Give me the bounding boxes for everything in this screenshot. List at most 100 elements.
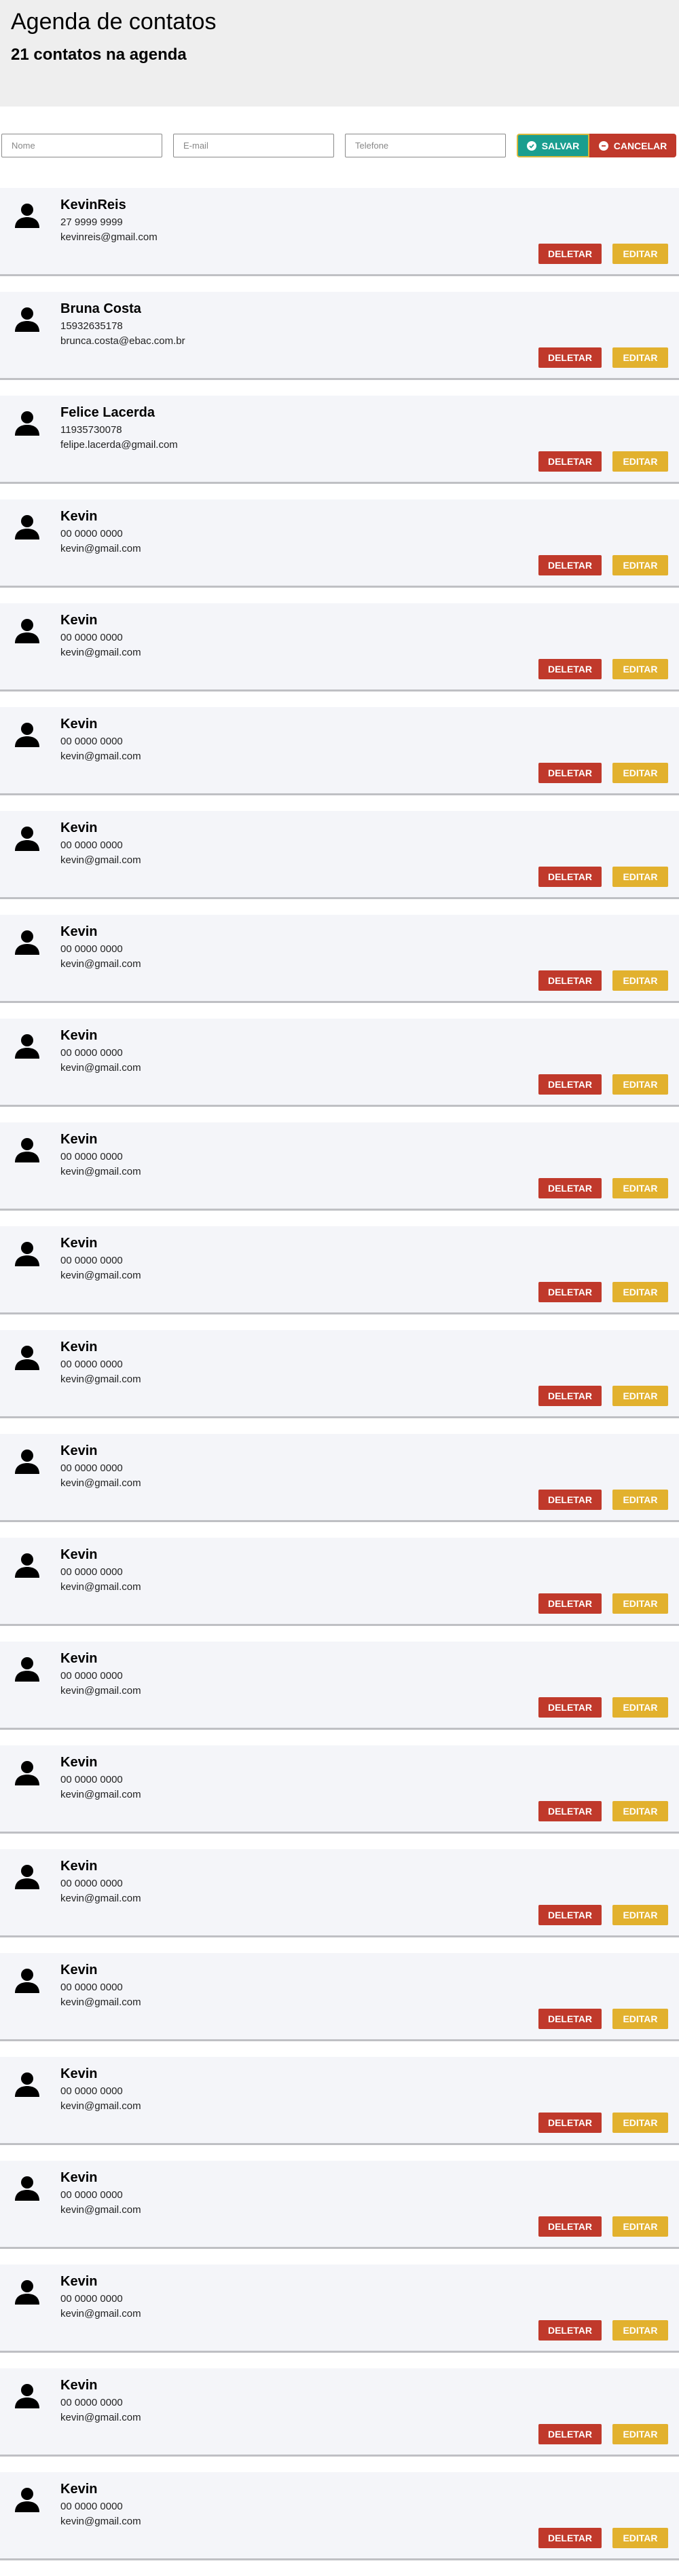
delete-button[interactable]: DELETAR <box>538 2216 602 2237</box>
edit-button[interactable]: EDITAR <box>612 659 668 679</box>
contact-card: Kevin 00 0000 0000 kevin@gmail.com DELET… <box>0 499 679 588</box>
save-button[interactable]: SALVAR <box>517 134 589 157</box>
person-icon <box>15 515 39 539</box>
edit-button[interactable]: EDITAR <box>612 867 668 887</box>
edit-button[interactable]: EDITAR <box>612 2216 668 2237</box>
contact-email: kevin@gmail.com <box>60 1789 141 1800</box>
contact-email: kevin@gmail.com <box>60 751 141 762</box>
edit-button[interactable]: EDITAR <box>612 1178 668 1198</box>
delete-button[interactable]: DELETAR <box>538 1801 602 1821</box>
edit-button[interactable]: EDITAR <box>612 1697 668 1718</box>
contact-card: Kevin 00 0000 0000 kevin@gmail.com DELET… <box>0 1122 679 1211</box>
delete-button[interactable]: DELETAR <box>538 659 602 679</box>
edit-button[interactable]: EDITAR <box>612 1386 668 1406</box>
edit-button[interactable]: EDITAR <box>612 2424 668 2444</box>
delete-button[interactable]: DELETAR <box>538 1697 602 1718</box>
contact-phone: 00 0000 0000 <box>60 1774 123 1785</box>
contact-phone: 00 0000 0000 <box>60 1982 123 1993</box>
contact-name: Kevin <box>60 1963 98 1977</box>
person-icon <box>15 2384 39 2408</box>
phone-input[interactable] <box>345 134 506 157</box>
delete-button[interactable]: DELETAR <box>538 763 602 783</box>
delete-button[interactable]: DELETAR <box>538 867 602 887</box>
contact-phone: 00 0000 0000 <box>60 2501 123 2512</box>
edit-button[interactable]: EDITAR <box>612 2320 668 2341</box>
edit-button[interactable]: EDITAR <box>612 1905 668 1925</box>
contact-card: Kevin 00 0000 0000 kevin@gmail.com DELET… <box>0 1330 679 1418</box>
contact-card: KevinReis 27 9999 9999 kevinreis@gmail.c… <box>0 188 679 276</box>
contact-phone: 11935730078 <box>60 424 122 436</box>
delete-button[interactable]: DELETAR <box>538 555 602 575</box>
delete-button[interactable]: DELETAR <box>538 2113 602 2133</box>
contact-card: Kevin 00 0000 0000 kevin@gmail.com DELET… <box>0 2368 679 2457</box>
cancel-button[interactable]: CANCELAR <box>589 134 676 157</box>
edit-button[interactable]: EDITAR <box>612 451 668 472</box>
email-input[interactable] <box>173 134 334 157</box>
contact-name: Kevin <box>60 1236 98 1251</box>
contact-email: kevin@gmail.com <box>60 1685 141 1697</box>
person-icon <box>15 1553 39 1578</box>
check-circle-icon <box>526 140 536 151</box>
delete-button[interactable]: DELETAR <box>538 2424 602 2444</box>
edit-button[interactable]: EDITAR <box>612 763 668 783</box>
edit-button[interactable]: EDITAR <box>612 1801 668 1821</box>
delete-button[interactable]: DELETAR <box>538 1905 602 1925</box>
contact-card: Kevin 00 0000 0000 kevin@gmail.com DELET… <box>0 1019 679 1107</box>
edit-button[interactable]: EDITAR <box>612 2528 668 2548</box>
person-icon <box>15 1865 39 1889</box>
contact-name: Kevin <box>60 717 98 732</box>
person-icon <box>15 619 39 643</box>
contact-name: Kevin <box>60 509 98 524</box>
edit-button[interactable]: EDITAR <box>612 244 668 264</box>
delete-button[interactable]: DELETAR <box>538 2528 602 2548</box>
person-icon <box>15 827 39 851</box>
name-input[interactable] <box>1 134 162 157</box>
app-title: Agenda de contatos <box>11 9 217 35</box>
contact-email: kevinreis@gmail.com <box>60 231 158 243</box>
delete-button[interactable]: DELETAR <box>538 1593 602 1614</box>
edit-button[interactable]: EDITAR <box>612 1593 668 1614</box>
delete-button[interactable]: DELETAR <box>538 1178 602 1198</box>
contact-card: Kevin 00 0000 0000 kevin@gmail.com DELET… <box>0 603 679 692</box>
delete-button[interactable]: DELETAR <box>538 1282 602 1302</box>
delete-button[interactable]: DELETAR <box>538 2320 602 2341</box>
contact-card: Kevin 00 0000 0000 kevin@gmail.com DELET… <box>0 811 679 899</box>
delete-button[interactable]: DELETAR <box>538 970 602 991</box>
contact-name: Kevin <box>60 2066 98 2081</box>
edit-button[interactable]: EDITAR <box>612 347 668 368</box>
edit-button[interactable]: EDITAR <box>612 1074 668 1095</box>
delete-button[interactable]: DELETAR <box>538 1074 602 1095</box>
delete-button[interactable]: DELETAR <box>538 451 602 472</box>
contact-name: Kevin <box>60 2482 98 2497</box>
contact-card: Kevin 00 0000 0000 kevin@gmail.com DELET… <box>0 1434 679 1522</box>
contact-phone: 00 0000 0000 <box>60 839 123 851</box>
delete-button[interactable]: DELETAR <box>538 2009 602 2029</box>
contact-card: Kevin 00 0000 0000 kevin@gmail.com DELET… <box>0 707 679 795</box>
edit-button[interactable]: EDITAR <box>612 2113 668 2133</box>
contact-email: kevin@gmail.com <box>60 543 141 554</box>
person-icon <box>15 204 39 228</box>
delete-button[interactable]: DELETAR <box>538 1386 602 1406</box>
contact-name: Kevin <box>60 1651 98 1666</box>
edit-button[interactable]: EDITAR <box>612 1490 668 1510</box>
contact-name: Kevin <box>60 820 98 835</box>
edit-button[interactable]: EDITAR <box>612 1282 668 1302</box>
contact-name: Kevin <box>60 1028 98 1043</box>
person-icon <box>15 2072 39 2097</box>
edit-button[interactable]: EDITAR <box>612 555 668 575</box>
contact-phone: 00 0000 0000 <box>60 2085 123 2097</box>
person-icon <box>15 411 39 436</box>
contact-phone: 00 0000 0000 <box>60 1462 123 1474</box>
contact-email: kevin@gmail.com <box>60 2516 141 2527</box>
contact-card: Kevin 00 0000 0000 kevin@gmail.com DELET… <box>0 1226 679 1314</box>
contact-name: Bruna Costa <box>60 301 141 316</box>
edit-button[interactable]: EDITAR <box>612 2009 668 2029</box>
delete-button[interactable]: DELETAR <box>538 1490 602 1510</box>
delete-button[interactable]: DELETAR <box>538 244 602 264</box>
edit-button[interactable]: EDITAR <box>612 970 668 991</box>
contact-card: Kevin 00 0000 0000 kevin@gmail.com DELET… <box>0 1953 679 2041</box>
contact-email: kevin@gmail.com <box>60 1374 141 1385</box>
contact-email: kevin@gmail.com <box>60 1062 141 1074</box>
delete-button[interactable]: DELETAR <box>538 347 602 368</box>
contact-card: Kevin 00 0000 0000 kevin@gmail.com DELET… <box>0 2057 679 2145</box>
